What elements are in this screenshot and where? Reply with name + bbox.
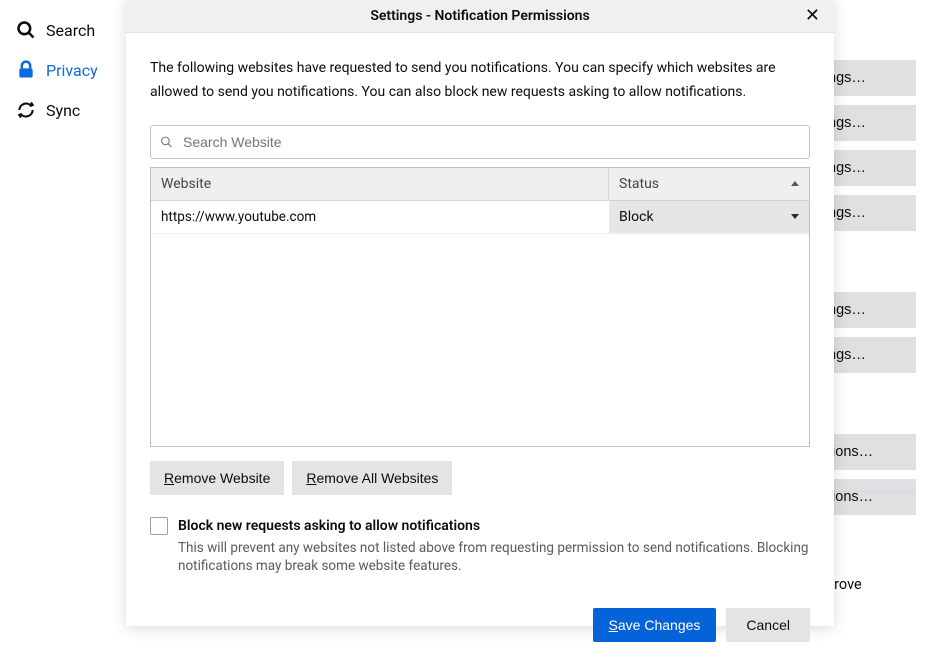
dialog-title: Settings - Notification Permissions [370, 8, 589, 24]
block-new-requests-checkbox[interactable] [150, 517, 168, 535]
permissions-table: Website Status https://www.youtube.com B… [150, 167, 810, 447]
dialog-footer: Save Changes Cancel [126, 608, 834, 658]
sort-ascending-icon [791, 181, 799, 186]
cell-website: https://www.youtube.com [151, 201, 609, 233]
search-website-input[interactable] [150, 125, 810, 159]
lock-icon [16, 60, 36, 80]
col-status-label: Status [619, 176, 659, 192]
remove-all-label: emove All Websites [316, 470, 438, 486]
remove-buttons-row: Remove Website Remove All Websites [150, 461, 810, 495]
notification-permissions-dialog: Settings - Notification Permissions ✕ Th… [126, 0, 834, 626]
close-icon: ✕ [805, 5, 820, 25]
col-status[interactable]: Status [609, 168, 809, 200]
save-changes-button[interactable]: Save Changes [593, 608, 717, 642]
table-header: Website Status [151, 168, 809, 201]
search-wrap [150, 125, 810, 159]
remove-website-label: emove Website [174, 470, 270, 486]
search-icon [16, 20, 36, 40]
status-dropdown[interactable]: Block [609, 201, 809, 233]
dialog-header: Settings - Notification Permissions ✕ [126, 0, 834, 33]
dialog-description: The following websites have requested to… [150, 57, 810, 105]
chevron-down-icon [791, 214, 799, 219]
status-value: Block [619, 209, 654, 225]
block-new-requests-label: Block new requests asking to allow notif… [178, 517, 480, 535]
table-body: https://www.youtube.com Block [151, 201, 809, 446]
cancel-button[interactable]: Cancel [726, 608, 810, 642]
sidebar-item-label: Privacy [46, 61, 98, 80]
remove-website-button[interactable]: Remove Website [150, 461, 284, 495]
close-button[interactable]: ✕ [797, 2, 828, 28]
block-new-requests-hint: This will prevent any websites not liste… [178, 539, 810, 577]
sidebar-item-label: Sync [46, 101, 80, 120]
save-label: ave Changes [618, 617, 701, 633]
dialog-body: The following websites have requested to… [126, 33, 834, 608]
sidebar-item-label: Search [46, 21, 95, 40]
search-icon [160, 135, 173, 148]
table-row[interactable]: https://www.youtube.com Block [151, 201, 809, 234]
block-new-requests-row: Block new requests asking to allow notif… [150, 517, 810, 535]
sync-icon [16, 100, 36, 120]
col-website-label: Website [161, 176, 211, 192]
col-website[interactable]: Website [151, 168, 609, 200]
remove-all-websites-button[interactable]: Remove All Websites [292, 461, 452, 495]
